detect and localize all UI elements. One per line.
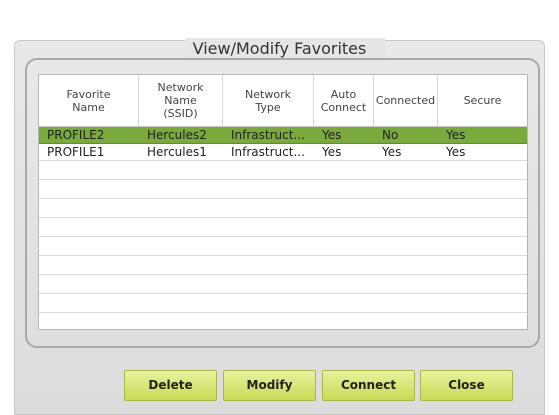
connect-button[interactable]: Connect xyxy=(322,370,415,401)
cell-ssid: Hercules2 xyxy=(147,128,207,142)
cell-favorite-name: PROFILE1 xyxy=(47,145,105,159)
favorites-table: Favorite Name Network Name (SSID) Networ… xyxy=(38,74,528,330)
empty-row xyxy=(39,199,527,218)
empty-row xyxy=(39,180,527,199)
empty-row xyxy=(39,313,527,329)
cell-secure: Yes xyxy=(446,128,466,142)
cell-secure: Yes xyxy=(446,145,466,159)
cell-favorite-name: PROFILE2 xyxy=(47,128,105,142)
cell-auto-connect: Yes xyxy=(322,128,342,142)
table-row[interactable]: PROFILE2 Hercules2 Infrastruct... Yes No… xyxy=(39,127,527,144)
cell-ssid: Hercules1 xyxy=(147,145,207,159)
empty-row xyxy=(39,256,527,275)
dialog-title: View/Modify Favorites xyxy=(192,39,367,58)
column-header-network-type[interactable]: Network Type xyxy=(223,75,314,126)
column-header-label: Secure xyxy=(463,94,502,107)
cell-network-type: Infrastruct... xyxy=(231,128,305,142)
delete-button[interactable]: Delete xyxy=(124,370,217,401)
column-header-label: Connected xyxy=(375,94,436,107)
column-header-favorite-name[interactable]: Favorite Name xyxy=(39,75,139,126)
column-header-label: Favorite Name xyxy=(66,87,111,114)
column-header-network-name[interactable]: Network Name (SSID) xyxy=(139,75,223,126)
column-header-secure[interactable]: Secure xyxy=(438,75,527,126)
empty-row xyxy=(39,294,527,313)
cell-connected: No xyxy=(382,128,399,142)
column-header-label: Auto Connect xyxy=(320,87,367,114)
empty-row xyxy=(39,161,527,180)
table-row[interactable]: PROFILE1 Hercules1 Infrastruct... Yes Ye… xyxy=(39,144,527,161)
column-header-auto-connect[interactable]: Auto Connect xyxy=(314,75,374,126)
empty-row xyxy=(39,275,527,294)
column-header-connected[interactable]: Connected xyxy=(374,75,438,126)
cell-network-type: Infrastruct... xyxy=(231,145,305,159)
empty-row xyxy=(39,237,527,256)
cell-auto-connect: Yes xyxy=(322,145,342,159)
column-header-label: Network Type xyxy=(245,87,291,114)
column-header-label: Network Name (SSID) xyxy=(157,81,204,120)
close-button[interactable]: Close xyxy=(420,370,513,401)
empty-row xyxy=(39,218,527,237)
cell-connected: Yes xyxy=(382,145,402,159)
modify-button[interactable]: Modify xyxy=(223,370,316,401)
table-header: Favorite Name Network Name (SSID) Networ… xyxy=(39,75,527,127)
